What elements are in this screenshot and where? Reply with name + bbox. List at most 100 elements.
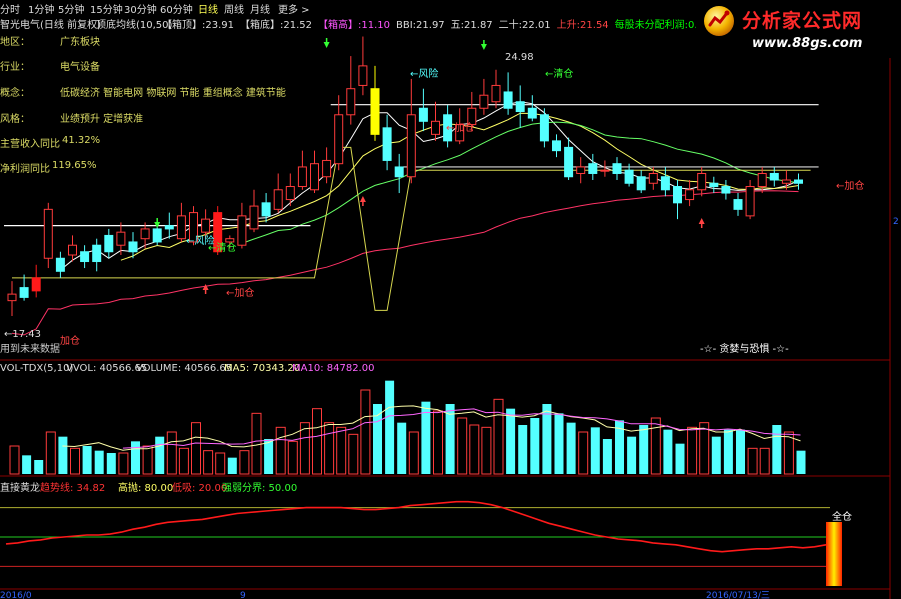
candle-body-50 [612, 163, 622, 174]
label-risk-2: ←风险 [410, 67, 438, 80]
label-future-data: 用到未来数据 [0, 342, 60, 355]
candle-body-27 [334, 114, 344, 165]
fund-value-1: 电气设备 [60, 62, 100, 73]
candle-body-5 [68, 244, 77, 256]
candle-body-19 [237, 215, 247, 246]
candle-body-58 [709, 182, 719, 188]
candle-body-42 [515, 101, 525, 113]
volume-bar-60 [736, 429, 745, 474]
candle-body-7 [92, 244, 102, 263]
period-tab-2[interactable]: 5分钟 [58, 1, 84, 16]
candle-body-45 [552, 140, 561, 152]
volume-bar-0 [9, 445, 20, 475]
brand-banner[interactable]: 分析家公式网 www.88gs.com [696, 0, 901, 58]
label-add-1: ←加仓 [226, 286, 254, 299]
candle-body-16 [201, 218, 211, 233]
candle-body-8 [104, 234, 114, 253]
candle-body-57 [697, 172, 707, 191]
right-axis-label-0: 2 [893, 217, 899, 227]
period-tab-8[interactable]: 月线 [250, 1, 270, 16]
candle-body-25 [310, 163, 319, 191]
candle-body-34 [418, 107, 428, 122]
candle-body-18 [225, 238, 235, 243]
volume-bar-43 [530, 418, 540, 474]
volume-bar-26 [324, 422, 335, 475]
candle-body-51 [624, 169, 634, 184]
candle-body-31 [382, 127, 392, 161]
candle-body-60 [733, 199, 743, 210]
osc-header-trend: 趋势线: 34.82 [40, 483, 106, 494]
volume-bar-57 [699, 422, 710, 475]
volume-bar-16 [203, 450, 214, 475]
label-add-4: 加仓 [60, 334, 80, 347]
volume-bar-28 [348, 433, 359, 475]
fund-label-3: 风格： [0, 114, 30, 125]
volume-bar-8 [106, 453, 116, 474]
candle-body-47 [576, 166, 586, 174]
volume-bar-22 [275, 426, 286, 475]
sell-arrow-2 [323, 42, 330, 48]
candle-body-21 [261, 202, 271, 217]
period-tab-0[interactable]: 分时 [0, 1, 20, 16]
label-low-price: ←17.43 [4, 329, 41, 340]
candle-body-20 [249, 205, 259, 230]
candle-body-11 [140, 228, 150, 240]
volume-bar-32 [397, 422, 407, 474]
candle-body-26 [322, 159, 332, 178]
volume-bar-53 [650, 417, 661, 475]
volume-bar-14 [178, 447, 189, 475]
candle-body-61 [745, 186, 755, 217]
volume-bar-23 [287, 440, 298, 475]
period-tab-3[interactable]: 15分钟 [90, 1, 123, 16]
candle-body-4 [55, 257, 65, 272]
fund-label-4: 主营收入同比 [0, 139, 60, 150]
period-tab-6[interactable]: 日线 [198, 1, 218, 16]
volume-bar-55 [675, 443, 685, 474]
period-tab-9[interactable]: 更多 > [278, 1, 310, 16]
volume-bar-52 [639, 425, 649, 474]
candle-body-12 [152, 228, 162, 243]
candle-body-54 [660, 176, 670, 191]
volume-bar-58 [711, 436, 721, 474]
volume-bar-9 [118, 452, 129, 475]
volume-bar-3 [45, 431, 56, 475]
volume-bar-12 [155, 436, 165, 474]
date-label-2: 2016/07/13/三 [706, 591, 770, 599]
label-add-3: ←加仓 [836, 179, 864, 192]
volume-bar-29 [360, 389, 371, 475]
candle-body-43 [527, 107, 537, 119]
volume-bar-17 [215, 452, 226, 475]
candle-body-39 [479, 94, 489, 109]
brand-name: 分析家公式网 [742, 10, 863, 32]
candle-body-63 [769, 172, 779, 181]
osc-header-overbought: 高抛: 80.00 [118, 483, 174, 494]
volume-bar-48 [590, 427, 600, 474]
brand-url: www.88gs.com [752, 36, 863, 51]
full-position-label: 全仓 [832, 510, 852, 523]
volume-bar-33 [408, 431, 419, 475]
stock-title: 智光电气(日线 前复权) [0, 20, 101, 31]
fund-label-2: 概念： [0, 88, 30, 99]
candle-body-65 [794, 179, 803, 184]
osc-header-low: 低吸: 20.00 [172, 483, 228, 494]
period-tab-4[interactable]: 30分钟 [124, 1, 157, 16]
volume-bar-62 [759, 447, 770, 475]
fund-label-1: 行业： [0, 62, 30, 73]
volume-bar-11 [142, 445, 153, 475]
volume-bar-10 [131, 441, 140, 474]
period-tab-5[interactable]: 60分钟 [160, 1, 193, 16]
sell-arrow-1 [154, 222, 161, 228]
logo-icon [704, 6, 734, 36]
volume-bar-59 [723, 429, 733, 474]
candle-body-56 [685, 189, 695, 201]
trend-line [11, 190, 799, 336]
header-item-5: 二十:22.01 [498, 20, 551, 31]
header-item-0: 【箱顶】:23.91 [162, 20, 234, 31]
candle-body-53 [648, 172, 658, 184]
candle-body-41 [503, 91, 513, 109]
period-tab-7[interactable]: 周线 [224, 1, 244, 16]
period-tab-1[interactable]: 1分钟 [28, 1, 54, 16]
candle-body-59 [721, 186, 731, 194]
volume-bar-42 [518, 425, 528, 474]
volume-bar-51 [627, 436, 637, 474]
